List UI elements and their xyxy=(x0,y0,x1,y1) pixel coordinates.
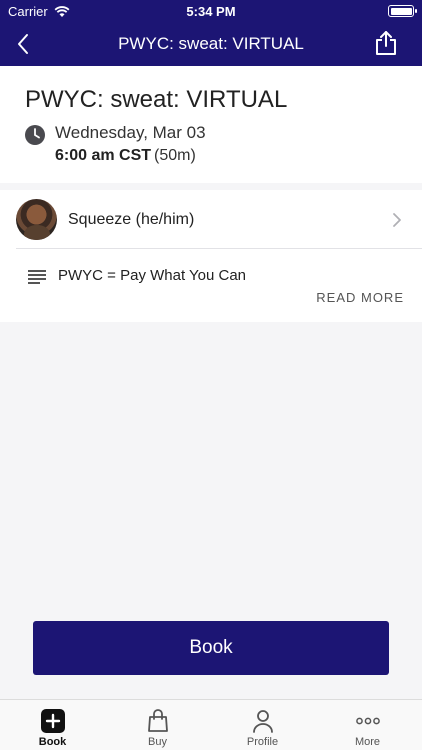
class-date: Wednesday, Mar 03 xyxy=(55,123,206,142)
description-text: PWYC = Pay What You Can xyxy=(58,267,247,284)
chevron-left-icon xyxy=(18,34,28,54)
book-button[interactable]: Book xyxy=(33,621,389,675)
read-more-link[interactable]: READ MORE xyxy=(316,290,404,305)
tab-buy[interactable]: Buy xyxy=(105,700,210,750)
status-time: 5:34 PM xyxy=(186,4,236,19)
plus-square-icon xyxy=(40,708,66,734)
tab-book[interactable]: Book xyxy=(0,700,105,750)
clock-icon xyxy=(25,125,45,145)
tab-label: Buy xyxy=(148,736,167,748)
status-bar: Carrier 5:34 PM xyxy=(0,0,422,22)
class-title: PWYC: sweat: VIRTUAL xyxy=(25,86,288,113)
class-time: 6:00 am CST xyxy=(55,147,152,164)
class-header: PWYC: sweat: VIRTUAL Wednesday, Mar 03 6… xyxy=(0,66,422,183)
share-button[interactable] xyxy=(372,27,400,59)
tab-profile[interactable]: Profile xyxy=(210,700,315,750)
ellipsis-icon xyxy=(355,708,381,734)
avatar xyxy=(16,199,57,240)
person-icon xyxy=(250,708,276,734)
back-button[interactable] xyxy=(8,28,38,60)
tab-bar: Book Buy Profile More xyxy=(0,699,422,750)
divider xyxy=(16,248,422,249)
battery-icon xyxy=(388,5,417,17)
nav-title: PWYC: sweat: VIRTUAL xyxy=(118,34,304,53)
shopping-bag-icon xyxy=(145,708,171,734)
tab-label: Profile xyxy=(246,736,279,748)
navigation-bar: PWYC: sweat: VIRTUAL xyxy=(0,22,422,66)
instructor-row[interactable]: Squeeze (he/him) xyxy=(0,190,422,248)
tab-more[interactable]: More xyxy=(315,700,420,750)
tab-label: Book xyxy=(38,736,67,748)
top-bar: Carrier 5:34 PM PWYC: sweat: VIRTUAL xyxy=(0,0,422,66)
tab-label: More xyxy=(354,736,381,748)
class-duration: (50m) xyxy=(154,147,196,164)
description-icon xyxy=(28,270,46,284)
share-icon xyxy=(376,31,396,55)
chevron-right-icon xyxy=(393,213,401,227)
instructor-name: Squeeze (he/him) xyxy=(68,211,195,228)
class-details: Squeeze (he/him) PWYC = Pay What You Can… xyxy=(0,190,422,322)
class-time-line: 6:00 am CST (50m) xyxy=(55,147,196,165)
